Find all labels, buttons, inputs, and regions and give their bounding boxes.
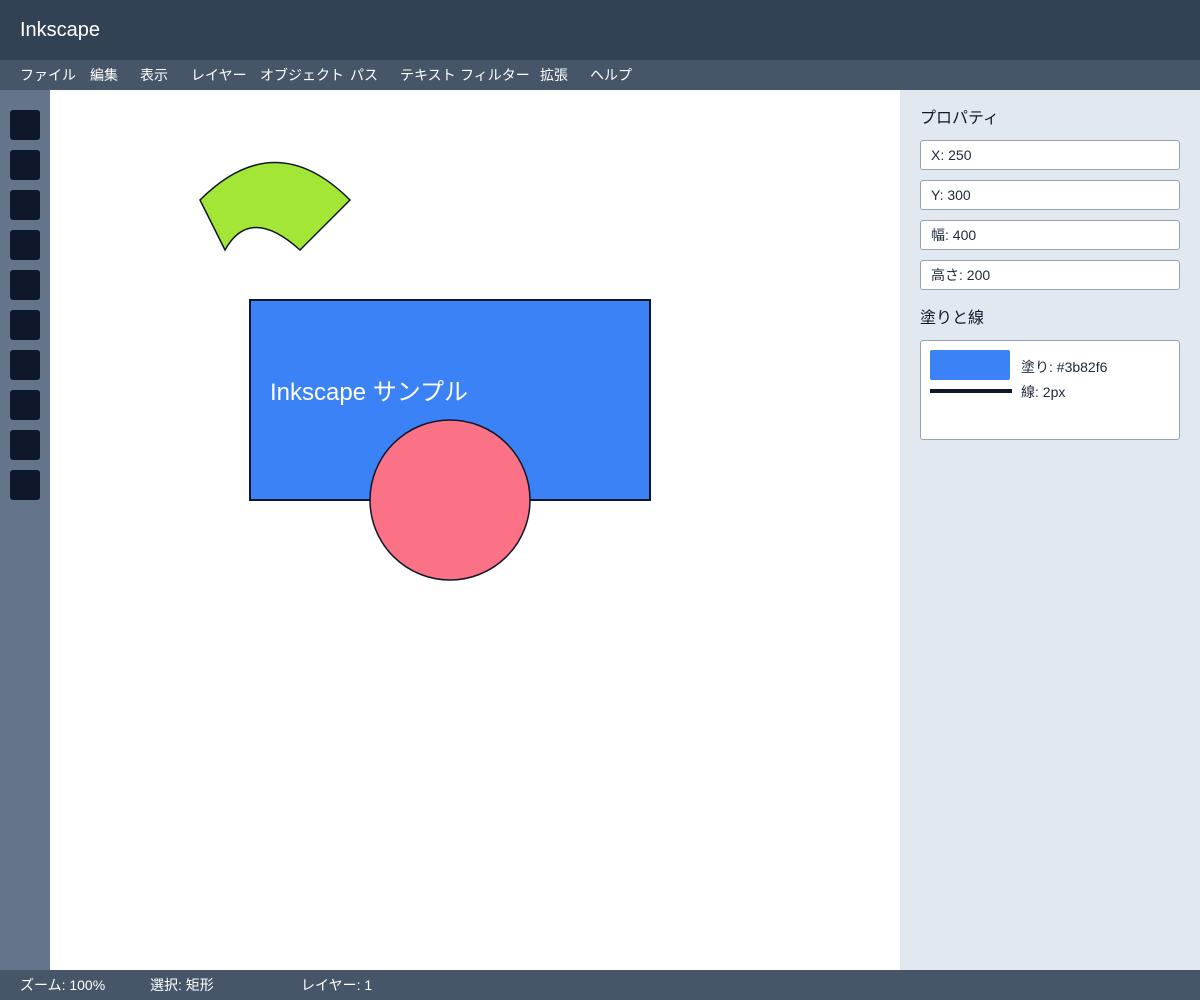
height-field[interactable]: 高さ: 200: [920, 260, 1180, 290]
status-zoom: ズーム: 100%: [20, 977, 106, 993]
menu-file[interactable]: ファイル: [20, 60, 76, 90]
stroke-label: 線: 2px: [1021, 384, 1066, 400]
menu-edit[interactable]: 編集: [90, 60, 118, 90]
properties-heading: プロパティ: [920, 110, 1000, 127]
menu-view[interactable]: 表示: [140, 60, 168, 90]
menu-bar: ファイル 編集 表示 レイヤー オブジェクト パス テキスト フィルター 拡張 …: [0, 60, 1200, 90]
tool-button-rectangle[interactable]: [10, 230, 40, 260]
x-field[interactable]: X: 250: [920, 140, 1180, 170]
width-field[interactable]: 幅: 400: [920, 220, 1180, 250]
menu-help[interactable]: ヘルプ: [590, 60, 632, 90]
menu-extensions[interactable]: 拡張: [540, 60, 568, 90]
menu-text[interactable]: テキスト: [400, 60, 456, 90]
tool-button-pen[interactable]: [10, 350, 40, 380]
status-bar: ズーム: 100% 選択: 矩形 レイヤー: 1: [0, 970, 1200, 1000]
tool-button-gradient[interactable]: [10, 470, 40, 500]
app-title: Inkscape: [20, 19, 101, 41]
tool-button-text[interactable]: [10, 430, 40, 460]
menu-filters[interactable]: フィルター: [460, 60, 530, 90]
fill-color-swatch[interactable]: [930, 350, 1010, 380]
fill-label: 塗り: #3b82f6: [1021, 359, 1108, 375]
drawing-canvas[interactable]: Inkscape サンプル: [50, 90, 900, 970]
tool-button-select[interactable]: [10, 110, 40, 140]
menu-layer[interactable]: レイヤー: [191, 60, 247, 90]
fill-stroke-box: 塗り: #3b82f6 線: 2px: [920, 340, 1180, 440]
arc-shape[interactable]: [199, 161, 352, 252]
status-layer: レイヤー: 1: [301, 977, 373, 993]
canvas-text-object[interactable]: Inkscape サンプル: [270, 379, 468, 406]
circle-shape[interactable]: [369, 419, 531, 581]
app-title-bar: Inkscape: [0, 0, 1200, 60]
stroke-color-swatch[interactable]: [930, 389, 1012, 393]
tool-button-zoom[interactable]: [10, 190, 40, 220]
properties-panel: プロパティ X: 250 Y: 300 幅: 400 高さ: 200 塗りと線 …: [900, 90, 1200, 970]
tool-button-star[interactable]: [10, 310, 40, 340]
fill-stroke-heading: 塗りと線: [920, 310, 985, 327]
menu-path[interactable]: パス: [350, 60, 378, 90]
tool-button-pencil[interactable]: [10, 390, 40, 420]
toolbox: [0, 90, 50, 970]
y-field[interactable]: Y: 300: [920, 180, 1180, 210]
menu-object[interactable]: オブジェクト: [260, 60, 344, 90]
tool-button-node[interactable]: [10, 150, 40, 180]
status-selection: 選択: 矩形: [150, 977, 214, 993]
tool-button-ellipse[interactable]: [10, 270, 40, 300]
